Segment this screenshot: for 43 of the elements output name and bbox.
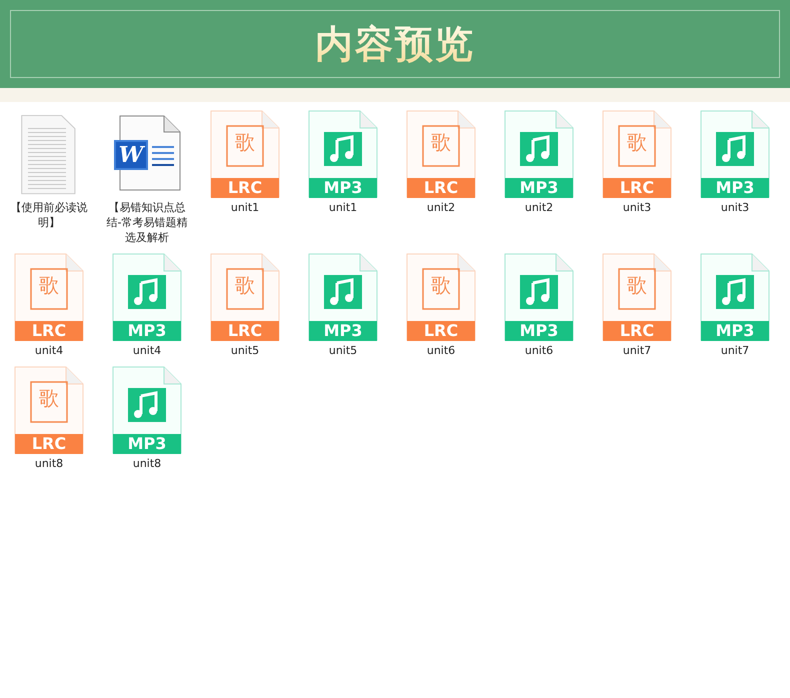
lyrics-glyph: 歌 — [38, 272, 60, 298]
file-type-label: MP3 — [113, 434, 181, 454]
file-name[interactable]: unit2 — [496, 200, 582, 215]
file-type-label: LRC — [603, 178, 671, 198]
file-name[interactable]: unit8 — [104, 456, 190, 471]
lyrics-glyph: 歌 — [234, 272, 256, 298]
file-type-label: LRC — [15, 321, 83, 341]
file-name[interactable]: unit4 — [104, 343, 190, 358]
file-type-label: LRC — [211, 321, 279, 341]
file-name[interactable]: unit1 — [202, 200, 288, 215]
lyrics-glyph: 歌 — [626, 129, 648, 155]
file-name[interactable]: unit6 — [496, 343, 582, 358]
lyrics-glyph: 歌 — [626, 272, 648, 298]
lyrics-glyph: 歌 — [430, 272, 452, 298]
lyrics-glyph: 歌 — [234, 129, 256, 155]
file-name[interactable]: unit2 — [398, 200, 484, 215]
file-type-label: MP3 — [505, 321, 573, 341]
file-type-label: MP3 — [113, 321, 181, 341]
file-type-label: MP3 — [701, 321, 769, 341]
file-type-label: MP3 — [505, 178, 573, 198]
file-name[interactable]: unit8 — [6, 456, 92, 471]
file-name[interactable]: 【易错知识点总结-常考易错题精选及解析 — [104, 200, 190, 245]
file-type-label: LRC — [407, 321, 475, 341]
file-name[interactable]: 【使用前必读说明】 — [6, 200, 92, 230]
lyrics-glyph: 歌 — [430, 129, 452, 155]
file-name[interactable]: unit5 — [202, 343, 288, 358]
file-type-label: LRC — [407, 178, 475, 198]
file-name[interactable]: unit1 — [300, 200, 386, 215]
file-type-label: LRC — [603, 321, 671, 341]
file-name[interactable]: unit5 — [300, 343, 386, 358]
file-type-label: LRC — [211, 178, 279, 198]
file-type-label: MP3 — [309, 321, 377, 341]
file-name[interactable]: unit7 — [692, 343, 778, 358]
file-name[interactable]: unit3 — [692, 200, 778, 215]
file-name[interactable]: unit3 — [594, 200, 680, 215]
file-type-label: MP3 — [309, 178, 377, 198]
file-name[interactable]: unit4 — [6, 343, 92, 358]
file-type-label: LRC — [15, 434, 83, 454]
file-type-label: MP3 — [701, 178, 769, 198]
file-name[interactable]: unit7 — [594, 343, 680, 358]
file-name[interactable]: unit6 — [398, 343, 484, 358]
word-logo: W — [114, 140, 148, 170]
lyrics-glyph: 歌 — [38, 385, 60, 411]
